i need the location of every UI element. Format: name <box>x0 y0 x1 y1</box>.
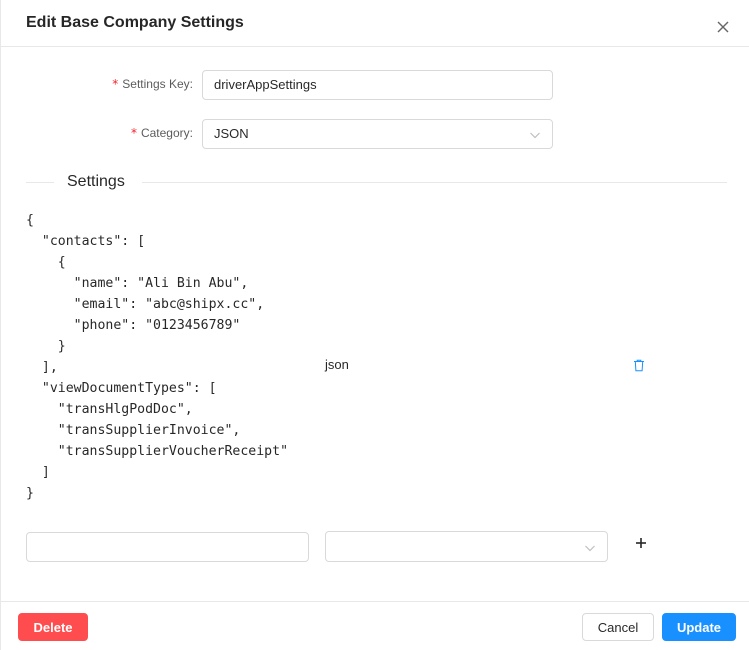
settings-json-value[interactable]: { "contacts": [ { "name": "Ali Bin Abu",… <box>26 210 288 504</box>
update-button[interactable]: Update <box>662 613 736 641</box>
category-label: * Category: <box>130 126 193 140</box>
category-row: * Category: JSON <box>1 119 749 149</box>
modal-header: Edit Base Company Settings <box>1 0 749 47</box>
chevron-down-icon <box>530 132 540 139</box>
settings-divider: Settings <box>26 172 727 194</box>
settings-key-label: * Settings Key: <box>112 77 193 91</box>
trash-icon <box>634 359 644 372</box>
plus-icon <box>636 538 646 548</box>
settings-key-row: * Settings Key: driverAppSettings <box>1 70 749 100</box>
delete-button[interactable]: Delete <box>18 613 88 641</box>
category-select-value: JSON <box>214 126 249 141</box>
new-setting-type-select[interactable] <box>325 531 608 562</box>
setting-type-label: json <box>325 357 349 372</box>
modal-footer: Delete Cancel Update <box>1 601 749 650</box>
required-mark: * <box>112 77 119 91</box>
modal-title: Edit Base Company Settings <box>26 14 244 31</box>
category-select[interactable]: JSON <box>202 119 553 149</box>
settings-key-input[interactable]: driverAppSettings <box>202 70 553 100</box>
settings-section-title: Settings <box>67 173 125 190</box>
edit-settings-modal: Edit Base Company Settings * Settings Key… <box>0 0 749 650</box>
close-button[interactable] <box>713 17 735 39</box>
add-setting-button[interactable] <box>633 535 649 551</box>
chevron-down-icon <box>585 545 595 552</box>
cancel-button[interactable]: Cancel <box>582 613 654 641</box>
delete-setting-button[interactable] <box>633 359 645 377</box>
new-setting-key-input[interactable] <box>26 532 309 562</box>
required-mark: * <box>130 126 137 140</box>
close-icon <box>717 21 729 33</box>
